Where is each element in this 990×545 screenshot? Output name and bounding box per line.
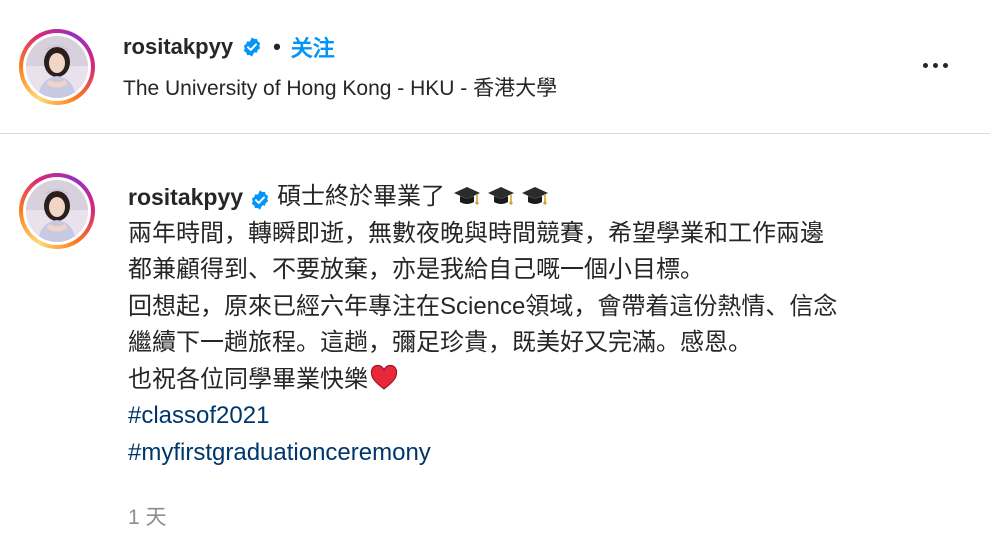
follow-button[interactable]: 关注 <box>291 31 335 63</box>
header-username[interactable]: rositakpyy <box>123 34 233 60</box>
hashtag-link[interactable]: #myfirstgraduationceremony <box>128 435 968 472</box>
caption-line: 都兼顧得到、不要放棄，亦是我給自己嘅一個小目標。 <box>128 256 704 283</box>
caption-text: rositakpyy 碩士終於畢業了 兩年時間，轉瞬即逝，無數夜晚與時間競賽，希… <box>128 179 968 471</box>
separator-dot: • <box>273 34 281 59</box>
caption-username[interactable]: rositakpyy <box>128 179 243 216</box>
caption-line: 繼續下一趟旅程。這趟，彌足珍貴，既美好又完滿。感恩。 <box>128 329 752 356</box>
caption-first-line: rositakpyy 碩士終於畢業了 <box>128 179 968 216</box>
avatar-photo <box>26 180 88 242</box>
graduation-cap-icon <box>487 184 515 210</box>
caption-headline: 碩士終於畢業了 <box>277 183 446 210</box>
location-link[interactable]: The University of Hong Kong - HKU - 香港大學 <box>123 72 557 102</box>
caption-avatar[interactable] <box>19 173 95 249</box>
graduation-cap-icon <box>453 184 481 210</box>
caption-closing-text: 也祝各位同學畢業快樂 <box>128 365 368 393</box>
caption-line: 回想起，原來已經六年專注在Science領域，會帶着這份熱情、信念 <box>128 292 838 320</box>
caption-section: rositakpyy 碩士終於畢業了 兩年時間，轉瞬即逝，無數夜晚與時間競賽，希… <box>0 134 990 545</box>
post-header: rositakpyy • 关注 The University of Hong K… <box>0 0 990 134</box>
caption-line: 兩年時間，轉瞬即逝，無數夜晚與時間競賽，希望學業和工作兩邊 <box>128 219 824 247</box>
verified-badge-icon <box>241 36 263 58</box>
caption-line-last: 也祝各位同學畢業快樂 <box>128 362 968 399</box>
post-timestamp[interactable]: 1 天 <box>128 501 167 531</box>
more-options-icon[interactable] <box>915 55 955 75</box>
header-name-row: rositakpyy • 关注 <box>123 30 335 64</box>
avatar-photo <box>26 36 88 98</box>
graduation-cap-icon <box>521 184 549 210</box>
header-avatar[interactable] <box>19 29 95 105</box>
instagram-post-panel: rositakpyy • 关注 The University of Hong K… <box>0 0 990 545</box>
red-heart-icon <box>370 364 398 391</box>
verified-badge-icon <box>249 186 271 210</box>
emoji-group <box>453 184 549 210</box>
hashtag-link[interactable]: #classof2021 <box>128 398 968 435</box>
